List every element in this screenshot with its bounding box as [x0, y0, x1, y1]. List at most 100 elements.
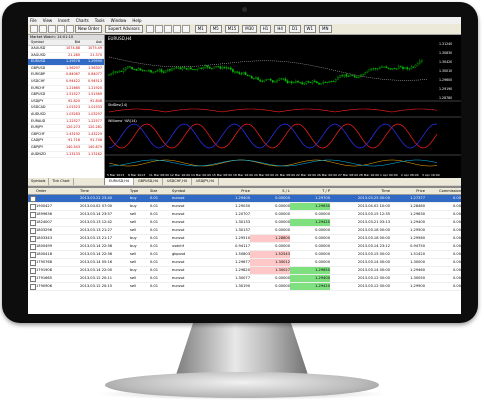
table-row[interactable]: 1790906 2013.03.12 20:15 sell 0.01 eurusd 1.3…	[28, 283, 461, 291]
market-watch-row[interactable]: GBPUSD 1.56297 1.56307	[28, 66, 104, 73]
time-axis-label: 27 Mar 08:00	[338, 173, 358, 177]
candlestick-icon[interactable]	[154, 25, 163, 33]
menu-file[interactable]: File	[30, 18, 37, 23]
market-watch-row[interactable]: GBPUSD 1.51527 1.51569	[28, 92, 104, 99]
price-candle-body	[322, 82, 325, 84]
col-price[interactable]: Price	[212, 188, 250, 194]
menu-help[interactable]: Help	[132, 18, 141, 23]
line-chart-icon[interactable]	[163, 25, 172, 33]
table-row[interactable]: 1800499 2013.03.14 22:56 buy 0.01 usdchf 0.94…	[28, 243, 461, 251]
terminal-icon[interactable]	[66, 25, 74, 33]
table-row[interactable]: 1900427 2013.04.02 07:00 buy 0.01 eurusd 1.29…	[28, 203, 461, 211]
close-price: 1.29630	[410, 212, 425, 216]
expert-advisors-button[interactable]: Expert Advisors	[105, 25, 143, 33]
zoom-out-icon[interactable]	[181, 25, 190, 33]
col-bid[interactable]: Bid	[57, 40, 80, 45]
chart-tab-usdchf[interactable]: USDCHF,H4	[163, 178, 192, 185]
commission: 0.00	[452, 244, 461, 248]
new-order-button[interactable]: New Order	[75, 25, 103, 33]
table-row[interactable]: 1803296 2013.03.13 21:27 sell 0.01 eurusd 1.3…	[28, 227, 461, 235]
period-mn[interactable]: MN	[319, 25, 332, 33]
menu-bar: File View Insert Charts Tools Window Hel…	[28, 17, 461, 24]
new-chart-icon[interactable]	[30, 25, 38, 33]
market-watch-row[interactable]: EURCHF 1.21665 1.21920	[28, 86, 104, 93]
price-candle-body	[358, 76, 360, 78]
period-m30[interactable]: M30	[242, 25, 257, 33]
table-row[interactable]: 1899636 2013.03.14 23:57 sell 0.01 eurusd 1.2…	[28, 211, 461, 219]
period-m15[interactable]: M15	[224, 25, 240, 33]
table-row[interactable]: 1791665 2013.03.12 20:11 sell 0.01 eurusd 1.3…	[28, 275, 461, 283]
price-candle-body	[301, 82, 304, 85]
col-sl[interactable]: S / L	[250, 188, 290, 194]
chart-tab-eurusd[interactable]: EURUSD,H4	[105, 178, 135, 185]
table-row[interactable]: 2013.03.22 23:40 buy 0.01 eurusd 1.29400 0.00…	[28, 195, 461, 203]
menu-insert[interactable]: Insert	[58, 18, 69, 23]
col-ask[interactable]: Ask	[80, 40, 102, 45]
price-candle-body	[381, 66, 383, 68]
tab-symbols[interactable]: Symbols	[28, 178, 50, 185]
tab-tick-chart[interactable]: Tick Chart	[49, 178, 74, 185]
menu-tools[interactable]: Tools	[95, 18, 105, 23]
col-tp[interactable]: T / P	[290, 188, 330, 194]
period-h1[interactable]: H1	[259, 25, 272, 33]
period-d1[interactable]: D1	[288, 25, 301, 33]
col-type[interactable]: Type	[130, 188, 150, 194]
table-row[interactable]: 1803343 2013.03.13 21:17 buy 0.01 eurusd 1.29…	[28, 235, 461, 243]
col-order[interactable]: Order	[28, 188, 80, 194]
market-watch-row[interactable]: USDCHF 0.94422 0.94513	[28, 79, 104, 86]
market-watch-row[interactable]: GBPCHF 1.43192 1.43229	[28, 132, 104, 139]
market-watch-row[interactable]: EURUSD 1.29576 1.29590	[28, 59, 104, 66]
take-profit: 1.29700	[315, 196, 330, 200]
market-watch-row[interactable]: EURGBP 0.84067 0.84077	[28, 72, 104, 79]
period-m5[interactable]: M5	[209, 25, 222, 33]
commission: 0.00	[452, 220, 461, 224]
col-symbol[interactable]: Symbol	[28, 40, 57, 45]
table-row[interactable]: 1824007 2013.03.13 12:42 sell 0.01 eurusd 1.3…	[28, 219, 461, 227]
market-watch-icon[interactable]	[48, 25, 56, 33]
market-watch-row[interactable]: USDJPY 92.820 92.848	[28, 99, 104, 106]
zoom-in-icon[interactable]	[172, 25, 181, 33]
price-chart[interactable]: EURUSD,H4 1.31240 1.30830 1.30420 1.30010 1.2…	[105, 35, 461, 178]
order-type: sell	[130, 276, 137, 280]
market-watch-bid: 1.22527	[65, 118, 80, 123]
price-candle-body	[190, 67, 192, 70]
market-watch-row[interactable]: USDCAD 1.01523 1.01533	[28, 105, 104, 112]
period-m1[interactable]: M1	[194, 25, 207, 33]
take-profit: 0.00000	[315, 244, 330, 248]
col-symbol[interactable]: Symbol	[172, 188, 212, 194]
menu-view[interactable]: View	[43, 18, 53, 23]
market-watch-row[interactable]: CADJPY 91.716 91.746	[28, 138, 104, 145]
col-commission[interactable]: Commission	[425, 188, 461, 194]
bar-chart-icon[interactable]	[145, 25, 154, 33]
market-watch-row[interactable]: XAUUSD 1074.88 1075.49	[28, 46, 104, 53]
chart-tab-gbpusd[interactable]: GBPUSD,H4	[134, 178, 164, 185]
table-row[interactable]: 1800418 2013.03.14 22:56 sell 0.01 gbpusd 1.5…	[28, 251, 461, 259]
market-watch-row[interactable]: XAGUSD 21.280 21.370	[28, 53, 104, 60]
market-watch-row[interactable]: AUDUSD 1.03283 1.03297	[28, 112, 104, 119]
table-row[interactable]: 1795768 2013.03.14 05:16 sell 0.01 eurusd 1.2…	[28, 259, 461, 267]
take-profit: 0.00000	[315, 260, 330, 264]
market-watch-row[interactable]: GBPJPY 140.543 140.679	[28, 145, 104, 152]
chart-window[interactable]: EURUSD,H4 1.31240 1.30830 1.30420 1.30010 1.2…	[105, 35, 461, 185]
col-size[interactable]: Size	[150, 188, 172, 194]
market-watch-row[interactable]: EURAUD 1.22527 1.22577	[28, 119, 104, 126]
open-time: 2013.03.14 22:56	[80, 244, 113, 248]
period-h4[interactable]: H4	[274, 25, 286, 33]
menu-window[interactable]: Window	[111, 18, 127, 23]
profiles-icon[interactable]	[39, 25, 47, 33]
close-time: 2013.03.18 00:00	[357, 228, 390, 232]
table-row[interactable]: 1791908 2013.03.14 22:00 buy 0.01 eurusd 1.29…	[28, 267, 461, 275]
market-watch-row[interactable]: EURJPY 120.273 120.281	[28, 125, 104, 132]
close-time: 2013.03.12 00:00	[357, 284, 390, 288]
menu-charts[interactable]: Charts	[76, 18, 89, 23]
col-close-price[interactable]: Price	[390, 188, 425, 194]
close-price: 1.29500	[410, 228, 425, 232]
period-w1[interactable]: W1	[303, 25, 317, 33]
market-watch-ask: 0.84077	[87, 72, 102, 77]
col-time[interactable]: Time	[80, 188, 130, 194]
navigator-icon[interactable]	[57, 25, 65, 33]
market-watch-row[interactable]: AUDNZD 1.23133 1.23162	[28, 152, 104, 159]
close-time: 2013.03.18 00:00	[357, 236, 390, 240]
chart-tab-usdjpy[interactable]: USDJPY,H4	[192, 178, 220, 185]
col-close-time[interactable]: Time	[330, 188, 390, 194]
